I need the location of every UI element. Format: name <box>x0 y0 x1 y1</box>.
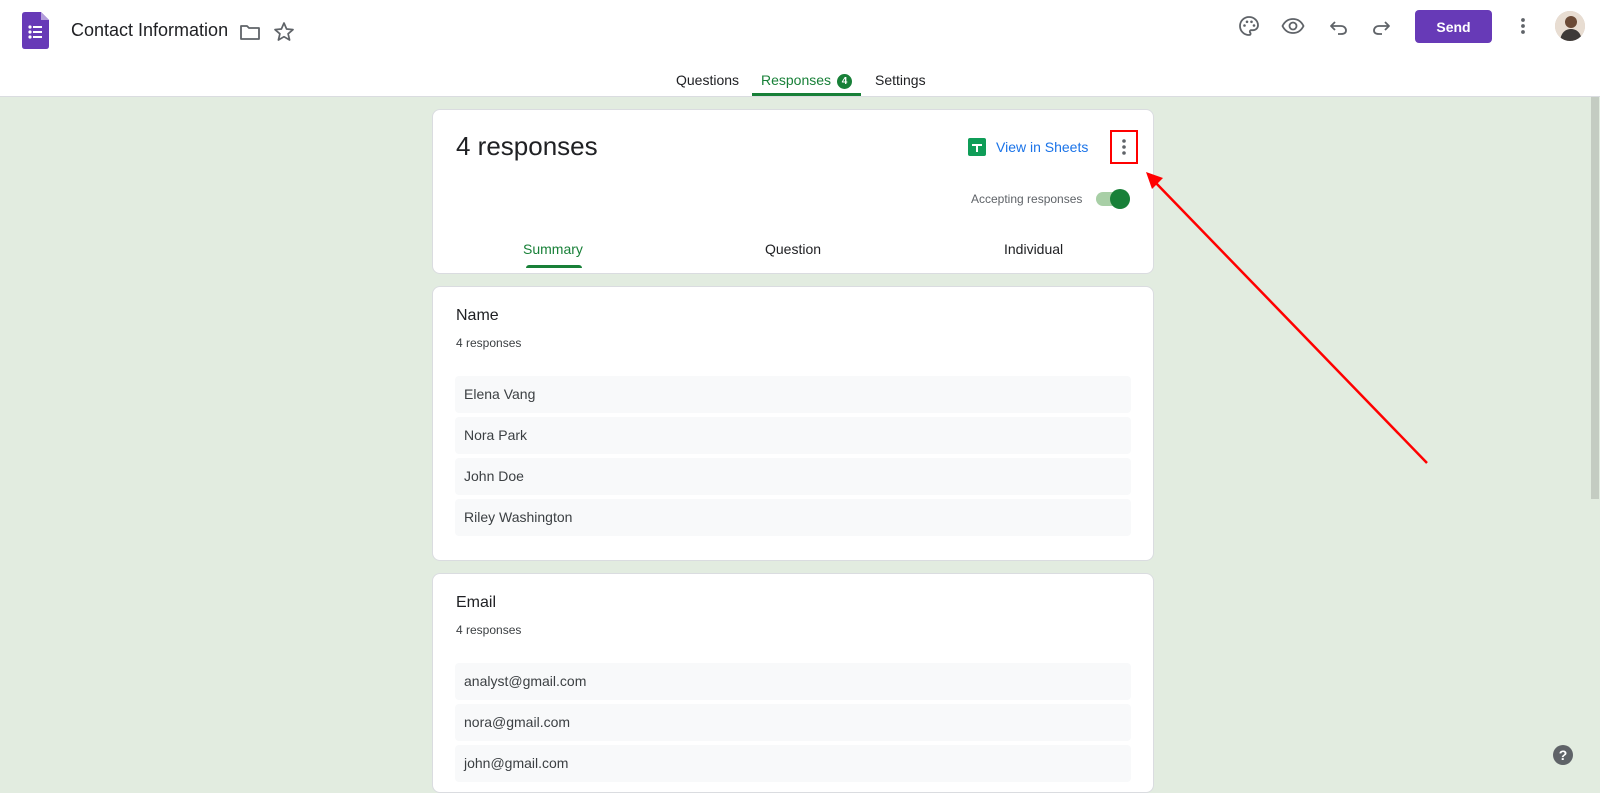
redo-icon[interactable] <box>1370 14 1394 38</box>
google-forms-icon[interactable] <box>22 12 49 49</box>
tab-responses[interactable]: Responses 4 <box>761 72 853 89</box>
question-summary-card: Email 4 responses analyst@gmail.com nora… <box>432 573 1154 793</box>
tab-questions-label: Questions <box>676 72 740 88</box>
toggle-knob <box>1110 189 1130 209</box>
star-icon[interactable] <box>272 20 296 44</box>
top-bar: Contact Information Send Questions Respo… <box>0 0 1600 97</box>
palette-icon[interactable] <box>1237 14 1261 38</box>
page-scrollbar[interactable] <box>1590 97 1600 771</box>
accepting-responses-toggle[interactable] <box>1096 189 1130 209</box>
folder-icon[interactable] <box>238 20 262 44</box>
active-subtab-indicator <box>526 265 582 268</box>
accepting-responses-label: Accepting responses <box>971 192 1083 206</box>
more-vert-icon <box>1122 139 1126 155</box>
question-response-count: 4 responses <box>456 336 522 350</box>
scrollbar-thumb[interactable] <box>1591 97 1599 499</box>
send-button[interactable]: Send <box>1415 10 1492 43</box>
view-in-sheets-button[interactable]: View in Sheets <box>968 138 1088 156</box>
subtab-summary[interactable]: Summary <box>523 241 583 257</box>
responses-header-card: 4 responses View in Sheets Accepting res… <box>432 109 1154 274</box>
question-response-count: 4 responses <box>456 623 522 637</box>
avatar-image <box>1555 11 1585 41</box>
main-tabs: Questions Responses 4 Settings <box>0 68 1600 97</box>
answer-row: Riley Washington <box>455 499 1131 536</box>
tab-questions[interactable]: Questions <box>676 72 739 88</box>
eye-icon[interactable] <box>1281 14 1305 38</box>
question-title: Email <box>456 594 497 611</box>
tab-settings[interactable]: Settings <box>875 72 926 88</box>
avatar[interactable] <box>1555 11 1585 41</box>
response-count-title: 4 responses <box>456 131 598 161</box>
form-title[interactable]: Contact Information <box>71 20 228 41</box>
tab-settings-label: Settings <box>875 72 926 88</box>
answer-row: Nora Park <box>455 417 1131 454</box>
help-button[interactable]: ? <box>1553 745 1573 765</box>
responses-count-badge: 4 <box>837 74 853 89</box>
question-summary-card: Name 4 responses Elena Vang Nora Park Jo… <box>432 286 1154 561</box>
answer-row: analyst@gmail.com <box>455 663 1131 700</box>
tab-responses-label: Responses <box>761 72 832 88</box>
answer-row: john@gmail.com <box>455 745 1131 782</box>
subtab-individual[interactable]: Individual <box>1004 241 1063 257</box>
view-in-sheets-label: View in Sheets <box>996 139 1089 155</box>
sheets-icon <box>968 138 986 156</box>
question-title: Name <box>456 307 499 324</box>
answer-row: John Doe <box>455 458 1131 495</box>
answer-row: nora@gmail.com <box>455 704 1131 741</box>
undo-icon[interactable] <box>1326 14 1350 38</box>
answer-row: Elena Vang <box>455 376 1131 413</box>
active-tab-indicator <box>752 93 861 96</box>
more-vert-icon[interactable] <box>1511 14 1535 38</box>
responses-more-options-button[interactable] <box>1110 130 1138 164</box>
subtab-question[interactable]: Question <box>765 241 821 257</box>
